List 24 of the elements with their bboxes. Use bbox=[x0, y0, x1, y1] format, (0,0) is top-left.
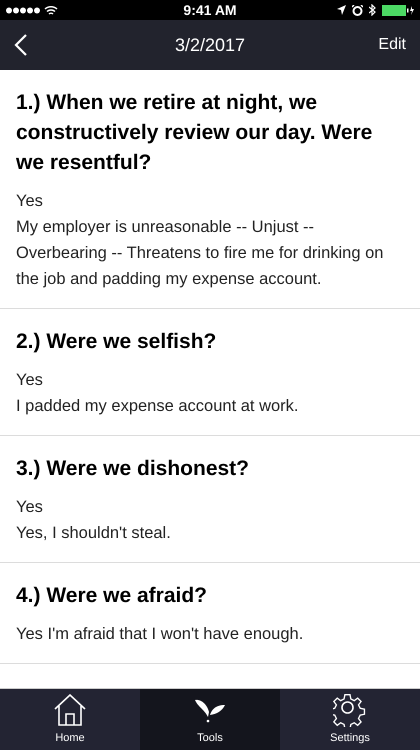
wifi-icon bbox=[44, 4, 58, 16]
back-icon[interactable] bbox=[14, 33, 28, 57]
nav-title: 3/2/2017 bbox=[174, 34, 246, 56]
location-icon bbox=[337, 5, 346, 15]
answer-text: Yes I'm afraid that I won't have enough. bbox=[16, 624, 304, 645]
answer-text: I padded my expense account at work. bbox=[16, 396, 300, 417]
answer-text: Yes, I shouldn't steal. bbox=[16, 523, 172, 544]
tab-button[interactable]: Tools bbox=[140, 689, 280, 750]
question-text: 3.) Were we dishonest? bbox=[16, 456, 250, 482]
alarm-icon bbox=[352, 4, 364, 16]
question-text: 2.) Were we selfish? bbox=[16, 329, 218, 355]
answer-text: Yes bbox=[16, 370, 44, 391]
question-text: 1.) When we retire at night, we constructively review our day. Were we resentful? bbox=[16, 90, 374, 176]
signal-icon bbox=[6, 6, 40, 14]
answer-text: Yes bbox=[16, 497, 44, 518]
edit-button[interactable]: Edit bbox=[378, 33, 406, 57]
home-icon bbox=[53, 694, 87, 726]
battery-icon bbox=[382, 4, 414, 16]
gear-icon bbox=[333, 692, 367, 727]
bluetooth-icon bbox=[369, 4, 376, 16]
status-time: 9:41 AM bbox=[183, 0, 237, 20]
question-text: 4.) Were we afraid? bbox=[16, 583, 208, 609]
answer-text: My employer is unreasonable -- Unjust -- Overbearing -- Threatens to fire me for drinking on the job and padding my expense account. bbox=[16, 217, 384, 290]
answer-text: Yes bbox=[16, 191, 44, 212]
